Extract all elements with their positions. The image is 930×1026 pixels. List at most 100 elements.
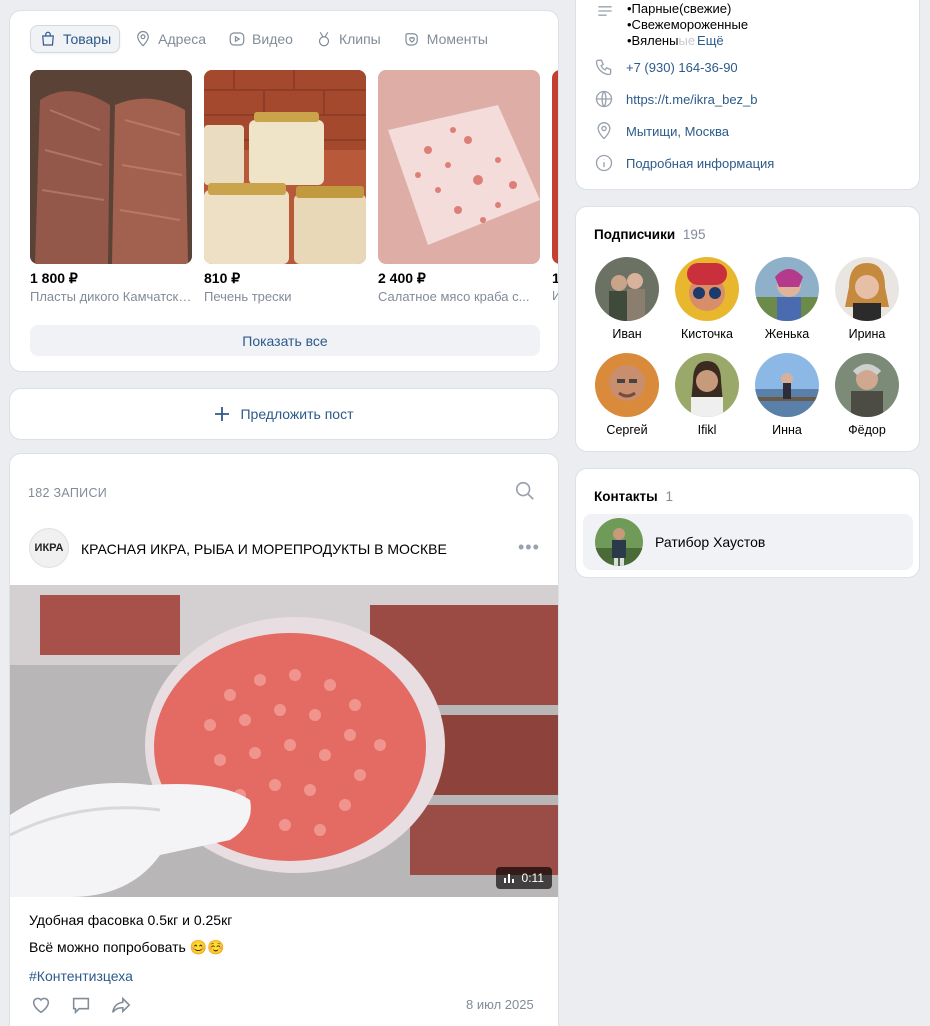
location-icon bbox=[137, 30, 150, 47]
product-card[interactable]: 1 И bbox=[552, 70, 558, 303]
contacts-title: Контакты bbox=[594, 489, 658, 504]
avatar bbox=[595, 518, 643, 566]
subscribers-card: Подписчики 195 Иван Кисточка Женька Ирин… bbox=[575, 206, 920, 452]
details-link: Подробная информация bbox=[626, 155, 775, 171]
more-icon[interactable]: ••• bbox=[518, 538, 540, 556]
subscriber-name: Инна bbox=[772, 423, 802, 437]
subscriber[interactable]: Кисточка bbox=[667, 257, 747, 341]
wall-count: 182 ЗАПИСИ bbox=[28, 486, 108, 500]
tab-label: Клипы bbox=[338, 31, 381, 47]
wall-card: 182 ЗАПИСИ ИКРА КРАСНАЯ ИКРА, РЫБА И МОР… bbox=[9, 453, 559, 1026]
location-text: Мытищи, Москва bbox=[626, 123, 729, 139]
search-icon[interactable] bbox=[514, 480, 536, 502]
fade: ые bbox=[678, 33, 696, 48]
contacts-count: 1 bbox=[665, 489, 673, 504]
video-duration-badge: 0:11 bbox=[495, 867, 552, 889]
like-button[interactable] bbox=[30, 994, 52, 1021]
post-author[interactable]: КРАСНАЯ ИКРА, РЫБА И МОРЕПРОДУКТЫ В МОСК… bbox=[81, 541, 447, 557]
suggest-post-label: Предложить пост bbox=[240, 406, 354, 422]
heart-icon bbox=[32, 997, 50, 1014]
post-date[interactable]: 8 июл 2025 bbox=[466, 997, 534, 1012]
subscribers-title: Подписчики bbox=[594, 227, 676, 242]
post-text-line1: Удобная фасовка 0.5кг и 0.25кг bbox=[29, 912, 233, 928]
products-card: Товары Адреса Видео Клипы Моменты 1 800 … bbox=[9, 10, 559, 372]
description-line: •Свежемороженные bbox=[627, 17, 749, 32]
contact-name: Ратибор Хаустов bbox=[655, 534, 766, 550]
product-name: Печень трески bbox=[204, 289, 292, 304]
location-row[interactable]: Мытищи, Москва bbox=[594, 121, 729, 141]
subscriber-name: Иван bbox=[612, 327, 642, 341]
subscriber[interactable]: Сергей bbox=[587, 353, 667, 437]
post-text-line2: Всё можно попробовать 😊☺️ bbox=[29, 939, 225, 955]
avatar bbox=[595, 353, 659, 417]
subscriber-name: Женька bbox=[764, 327, 810, 341]
suggest-post-card[interactable]: Предложить пост bbox=[9, 388, 559, 440]
post-hashtag[interactable]: #Контентизцеха bbox=[29, 968, 133, 984]
description-line: •Парные(свежие) bbox=[627, 1, 732, 16]
description-line: •Вялены bbox=[627, 33, 679, 48]
subscriber-name: Кисточка bbox=[681, 327, 733, 341]
tab-label: Товары bbox=[63, 31, 112, 47]
subscribers-count: 195 bbox=[682, 227, 706, 242]
tab-label: Адреса bbox=[158, 31, 207, 47]
show-more-link[interactable]: Ещё bbox=[697, 33, 724, 49]
product-name: Салатное мясо краба с... bbox=[378, 289, 530, 304]
subscriber[interactable]: Фёдор bbox=[827, 353, 907, 437]
details-row[interactable]: Подробная информация bbox=[594, 153, 774, 173]
subscriber-name: Ирина bbox=[848, 327, 886, 341]
subscribers-header[interactable]: Подписчики 195 bbox=[594, 227, 705, 242]
link-row[interactable]: https://t.me/ikra_bez_b bbox=[594, 89, 758, 109]
post-video[interactable]: 0:11 bbox=[10, 585, 558, 897]
tab-moments[interactable]: Моменты bbox=[395, 25, 496, 53]
location-icon bbox=[597, 122, 611, 140]
author-logo-text: ИКРА bbox=[34, 542, 64, 554]
product-card[interactable]: 2 400 ₽ Салатное мясо краба с... bbox=[378, 70, 540, 304]
product-image bbox=[378, 70, 540, 264]
avatar bbox=[755, 257, 819, 321]
product-name: И bbox=[552, 288, 558, 303]
phone-number: +7 (930) 164-36-90 bbox=[626, 59, 738, 75]
tab-clips[interactable]: Клипы bbox=[307, 25, 389, 53]
info-card: •Парные(свежие) •Свежемороженные •Вялены… bbox=[575, 0, 920, 190]
tab-addresses[interactable]: Адреса bbox=[126, 25, 214, 53]
product-price: 810 ₽ bbox=[204, 270, 241, 286]
show-all-button[interactable]: Показать все bbox=[30, 325, 540, 356]
subscriber[interactable]: Иван bbox=[587, 257, 667, 341]
subscriber[interactable]: Инна bbox=[747, 353, 827, 437]
product-card[interactable]: 1 800 ₽ Пласты дикого Камчатского лосося bbox=[30, 70, 192, 304]
subscriber-name: Сергей bbox=[606, 423, 648, 437]
website-link: https://t.me/ikra_bez_b bbox=[626, 91, 758, 107]
bag-icon bbox=[42, 31, 54, 46]
product-image bbox=[204, 70, 366, 264]
product-price: 2 400 ₽ bbox=[378, 270, 426, 286]
avatar bbox=[675, 353, 739, 417]
phone-row[interactable]: +7 (930) 164-36-90 bbox=[594, 57, 738, 77]
comment-button[interactable] bbox=[70, 994, 92, 1021]
tab-label: Моменты bbox=[426, 31, 488, 47]
share-button[interactable] bbox=[110, 994, 132, 1021]
subscriber[interactable]: Ирина bbox=[827, 257, 907, 341]
product-price: 1 bbox=[552, 270, 558, 286]
subscriber[interactable]: Женька bbox=[747, 257, 827, 341]
subscriber[interactable]: Ifikl bbox=[667, 353, 747, 437]
description-last-line: •Вялены ые Ещё bbox=[627, 33, 748, 49]
tab-goods[interactable]: Товары bbox=[30, 25, 121, 53]
product-image bbox=[552, 70, 558, 264]
section-tabs: Товары Адреса Видео Клипы Моменты bbox=[30, 25, 502, 53]
contacts-header[interactable]: Контакты 1 bbox=[594, 489, 673, 504]
author-avatar[interactable]: ИКРА bbox=[29, 528, 69, 568]
globe-icon bbox=[595, 90, 613, 108]
contact-item[interactable]: Ратибор Хаустов bbox=[583, 514, 913, 570]
tab-video[interactable]: Видео bbox=[220, 25, 301, 53]
clips-icon bbox=[318, 31, 330, 47]
share-icon bbox=[111, 996, 131, 1014]
plus-icon bbox=[215, 407, 230, 421]
video-duration: 0:11 bbox=[521, 871, 544, 885]
product-price: 1 800 ₽ bbox=[30, 270, 78, 286]
bars-icon bbox=[503, 874, 514, 883]
moments-icon bbox=[405, 33, 418, 46]
subscriber-name: Фёдор bbox=[848, 423, 886, 437]
phone-icon bbox=[595, 59, 612, 76]
avatar bbox=[835, 257, 899, 321]
product-card[interactable]: 810 ₽ Печень трески bbox=[204, 70, 366, 304]
